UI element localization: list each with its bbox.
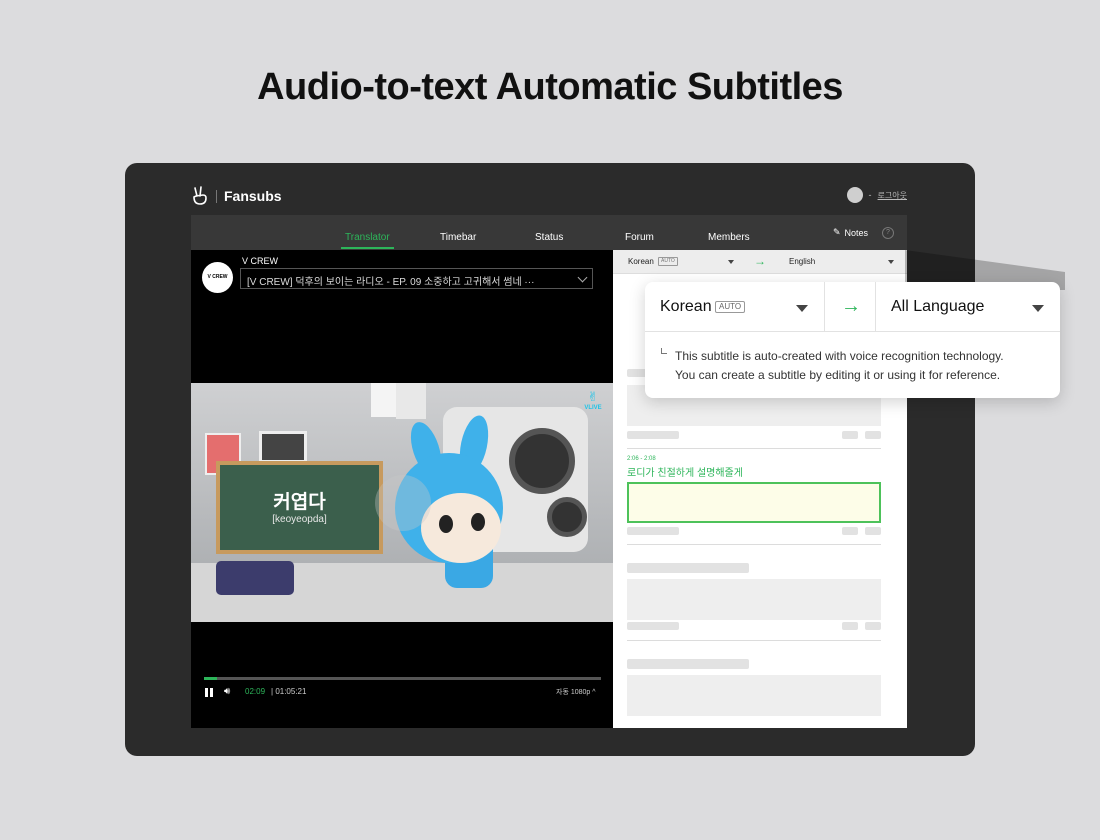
notes-button[interactable]: ✎ Notes [833,227,868,238]
chalkboard: 커엽다 [keoyeopda] [216,461,383,554]
tab-translator[interactable]: Translator [345,232,390,243]
callout-divider [875,282,876,332]
user-menu[interactable]: - 로그아웃 [846,187,907,203]
tab-status[interactable]: Status [535,232,563,243]
logout-link[interactable]: 로그아웃 [878,190,907,201]
video-title-select[interactable]: [V CREW] 덕후의 보이는 라디오 - EP. 09 소중하고 고귀해서 … [240,268,593,289]
channel-logo[interactable]: V CREW [202,262,233,293]
corner-indent-icon [661,348,667,354]
source-language-select[interactable]: Korean [628,257,654,266]
total-time: | 01:05:21 [271,687,306,696]
vlive-label: VLIVE [584,405,602,411]
tab-timebar[interactable]: Timebar [440,232,476,243]
edit-icon: ✎ [832,227,841,237]
channel-name: V CREW [242,256,278,266]
page-headline: Audio-to-text Automatic Subtitles [257,66,843,108]
placeholder-bar [842,431,858,439]
subtitle-placeholder-box [627,675,881,716]
active-tab-indicator [341,247,394,249]
callout-divider [824,282,825,332]
placeholder-bar [627,527,679,535]
placeholder-bar [865,431,881,439]
callout-auto-badge: AUTO [715,301,746,313]
callout-info-line-2: You can create a subtitle by editing it … [675,368,1001,382]
auto-badge: AUTO [658,257,678,266]
placeholder-bar [627,369,647,377]
placeholder-bar [865,527,881,535]
placeholder-bar [842,527,858,535]
caret-down-icon[interactable] [728,260,734,264]
chalkboard-word: 커엽다 [273,492,326,513]
app-logo[interactable]: Fansubs [191,186,282,206]
brand-name: Fansubs [224,188,282,204]
wall-paper [396,383,426,419]
total-time-value: 01:05:21 [275,687,307,696]
cue-timestamp: 2:06 - 2:08 [627,456,656,462]
cue-source-text: 로디가 친절하게 설명해줄게 [627,468,743,479]
placeholder-bar [842,622,858,630]
play-icon[interactable] [375,475,431,531]
row-divider [627,448,881,449]
placeholder-bar [627,659,749,669]
help-icon[interactable]: ? [882,227,894,239]
callout-target-language[interactable]: All Language [891,298,984,316]
logo-divider [216,189,217,203]
row-divider [627,544,881,545]
speaker-tweeter [547,497,587,537]
progress-fill [204,677,218,680]
mascot-face [421,493,501,563]
tab-forum[interactable]: Forum [625,232,654,243]
chalkboard-romanization: [keoyeopda] [272,514,327,525]
caret-down-icon[interactable] [888,260,894,264]
callout-source-language[interactable]: Korean [660,298,712,316]
placeholder-bar [865,622,881,630]
arrow-right-icon: → [841,295,861,317]
caret-down-icon[interactable] [1032,305,1044,312]
placeholder-bar [627,622,679,630]
avatar[interactable] [846,187,863,203]
v-hand-icon [193,186,207,205]
boombox [216,561,294,595]
subtitle-placeholder-box [627,579,881,620]
callout-info-line-1: This subtitle is auto-created with voice… [675,349,1004,363]
progress-bar[interactable] [204,677,601,680]
volume-icon[interactable]: 🔊︎ [224,686,230,697]
vlive-badge: ✌ VLIVE [581,389,605,411]
mascot-eye [439,515,453,533]
target-language-select[interactable]: English [789,257,815,266]
mascot-eye [471,513,485,531]
video-player[interactable]: 커엽다 [keoyeopda] ✌ VLIVE [191,383,613,622]
placeholder-bar [627,431,679,439]
tab-members[interactable]: Members [708,232,750,243]
current-time: 02:09 [245,687,266,696]
wall-poster [259,431,307,463]
auto-subtitle-callout: Korean AUTO → All Language This subtitle… [645,282,1060,398]
arrow-right-icon: → [754,254,766,268]
time-separator: | [271,687,274,696]
subtitle-input[interactable] [627,482,881,523]
caret-down-icon[interactable] [796,305,808,312]
quality-selector[interactable]: 자동 1080p ^ [556,687,596,697]
speaker-woofer [509,428,575,494]
notes-label: Notes [844,227,868,238]
user-name: - [868,190,872,200]
placeholder-bar [627,563,749,573]
pause-icon[interactable] [205,688,213,697]
row-divider [627,640,881,641]
v-hand-icon: ✌ [587,389,599,404]
